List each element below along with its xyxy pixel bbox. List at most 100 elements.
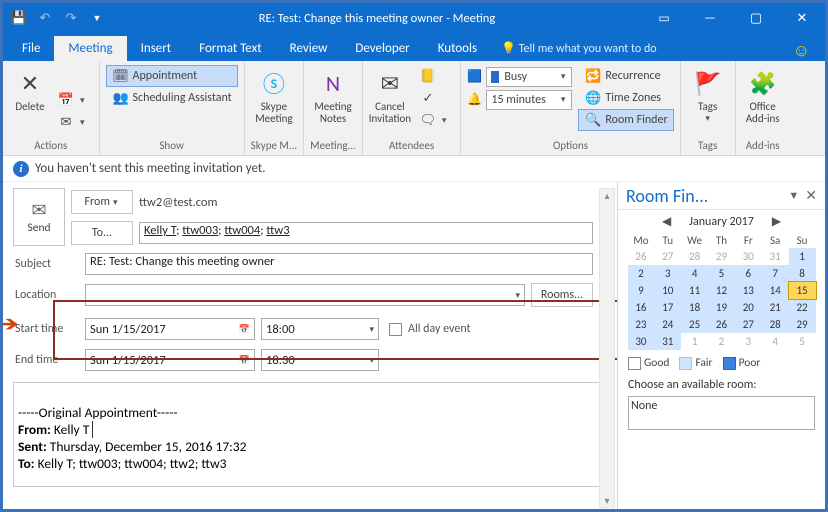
- info-text: You haven't sent this meeting invitation…: [35, 161, 266, 176]
- scroll-down-icon[interactable]: ▾: [604, 494, 609, 507]
- close-pane-icon[interactable]: ✕: [805, 187, 817, 204]
- location-label: Location: [13, 288, 85, 302]
- location-field[interactable]: ▾: [85, 284, 525, 306]
- calendar-icon[interactable]: 📅: [239, 355, 250, 366]
- ribbon-options-icon[interactable]: ▭: [641, 3, 687, 33]
- group-addins: 🧩 Office Add-ins Add-ins: [736, 61, 790, 155]
- end-time-field[interactable]: 18:30▾: [261, 349, 379, 371]
- addins-icon: 🧩: [747, 67, 779, 99]
- endtime-label: End time: [13, 353, 85, 367]
- appointment-button[interactable]: 🗓Appointment: [106, 65, 238, 87]
- recurrence-button[interactable]: 🔁Recurrence: [578, 65, 673, 87]
- show-as-combo[interactable]: Busy ▾: [486, 67, 572, 87]
- window-buttons: ▭ — ▢ ✕: [641, 3, 825, 33]
- calendar-grid[interactable]: MoTuWeThFrSaSu 2627282930311234567891011…: [628, 233, 816, 350]
- response-options-button[interactable]: 🗨▾: [413, 109, 455, 131]
- tab-review[interactable]: Review: [276, 36, 342, 61]
- start-date-field[interactable]: Sun 1/15/2017 📅: [85, 318, 255, 340]
- meeting-form: ✉ Send From ▾ ttw2@test.com To... Kell: [3, 182, 617, 509]
- legend-poor-icon: [723, 357, 736, 370]
- from-value: ttw2@test.com: [139, 195, 218, 210]
- send-button[interactable]: ✉ Send: [13, 188, 65, 246]
- reminder-icon: 🔔: [467, 92, 482, 107]
- tab-meeting[interactable]: Meeting: [54, 36, 126, 61]
- prev-month-icon[interactable]: ◀: [662, 214, 671, 229]
- ribbon-tabs: File Meeting Insert Format Text Review D…: [3, 33, 825, 61]
- calendar-nav: ◀ January 2017 ▶: [618, 210, 825, 233]
- delete-icon: ✕: [14, 67, 46, 99]
- from-button[interactable]: From ▾: [71, 190, 133, 214]
- info-icon: i: [13, 161, 29, 177]
- window-title: RE: Test: Change this meeting owner - Me…: [113, 11, 641, 26]
- close-icon[interactable]: ✕: [779, 3, 825, 33]
- vertical-scrollbar[interactable]: ▴ ▾: [599, 188, 615, 508]
- to-field[interactable]: Kelly T; ttw003; ttw004; ttw3: [139, 222, 593, 244]
- appointment-icon: 🗓: [112, 69, 130, 84]
- meeting-notes-button[interactable]: N Meeting Notes: [312, 65, 354, 127]
- tags-button[interactable]: 🚩 Tags ▾: [687, 65, 729, 126]
- check-names-button[interactable]: ✓: [413, 87, 455, 109]
- reminder-combo[interactable]: 15 minutes ▾: [486, 90, 572, 110]
- all-day-checkbox[interactable]: All day event: [389, 322, 471, 336]
- address-book-icon: 📒: [419, 69, 437, 84]
- qat-more-icon[interactable]: ▼: [89, 10, 105, 26]
- callout-arrow-icon: ➔: [3, 310, 19, 337]
- subject-label: Subject: [13, 257, 85, 271]
- group-actions: ✕ Delete 📅▾ ✉▾ Actions: [3, 61, 100, 155]
- start-time-field[interactable]: 18:00▾: [261, 318, 379, 340]
- calendar-forward-button[interactable]: 📅▾: [51, 89, 93, 111]
- response-options-icon: 🗨: [419, 113, 437, 128]
- next-month-icon[interactable]: ▶: [772, 214, 781, 229]
- cancel-invitation-button[interactable]: ✉ Cancel Invitation: [369, 65, 411, 127]
- flag-icon: 🚩: [692, 67, 724, 99]
- room-finder-button[interactable]: 🔍Room Finder: [578, 109, 673, 131]
- skype-meeting-button[interactable]: ⓢ Skype Meeting: [253, 65, 295, 127]
- rooms-button[interactable]: Rooms...: [531, 283, 593, 307]
- info-bar: i You haven't sent this meeting invitati…: [3, 156, 825, 182]
- onenote-icon: N: [317, 67, 349, 99]
- group-tags: 🚩 Tags ▾ Tags: [681, 61, 736, 155]
- chevron-down-icon[interactable]: ▼: [788, 189, 799, 202]
- calendar-icon[interactable]: 📅: [239, 324, 250, 335]
- room-list[interactable]: None: [628, 396, 815, 430]
- legend-fair-icon: [679, 357, 692, 370]
- ribbon: ✕ Delete 📅▾ ✉▾ Actions 🗓Appointment 👥Sch…: [3, 61, 825, 156]
- time-zones-button[interactable]: 🌐Time Zones: [578, 87, 673, 109]
- tab-insert[interactable]: Insert: [127, 36, 186, 61]
- tab-file[interactable]: File: [8, 36, 54, 61]
- scheduling-icon: 👥: [112, 91, 130, 106]
- scheduling-assistant-button[interactable]: 👥Scheduling Assistant: [106, 87, 238, 109]
- group-show: 🗓Appointment 👥Scheduling Assistant Show: [100, 61, 245, 155]
- office-addins-button[interactable]: 🧩 Office Add-ins: [742, 65, 784, 127]
- tell-me[interactable]: 💡 Tell me what you want to do: [491, 36, 666, 61]
- room-finder-header: Room Fin... ▼ ✕: [618, 182, 825, 210]
- check-names-icon: ✓: [419, 91, 437, 106]
- quick-access-toolbar: 💾 ↶ ↷ ▼: [3, 10, 113, 26]
- end-date-field[interactable]: Sun 1/15/2017 📅: [85, 349, 255, 371]
- showas-icon: 🟦: [467, 69, 482, 84]
- delete-button[interactable]: ✕ Delete: [9, 65, 51, 115]
- envelope-icon: ✉: [31, 199, 46, 221]
- minimize-icon[interactable]: —: [687, 3, 733, 33]
- title-bar: 💾 ↶ ↷ ▼ RE: Test: Change this meeting ow…: [3, 3, 825, 33]
- address-book-button[interactable]: 📒: [413, 65, 455, 87]
- feedback-icon[interactable]: ☺: [783, 40, 820, 61]
- save-icon[interactable]: 💾: [11, 10, 27, 26]
- redo-icon[interactable]: ↷: [63, 10, 79, 26]
- group-attendees: ✉ Cancel Invitation 📒 ✓ 🗨▾ Attendees: [363, 61, 462, 155]
- choose-room-label: Choose an available room:: [618, 376, 825, 394]
- subject-field[interactable]: RE: Test: Change this meeting owner: [85, 253, 593, 275]
- tab-format-text[interactable]: Format Text: [185, 36, 275, 61]
- to-button[interactable]: To...: [71, 221, 133, 245]
- room-finder-pane: Room Fin... ▼ ✕ ◀ January 2017 ▶ MoTuWeT…: [617, 182, 825, 509]
- maximize-icon[interactable]: ▢: [733, 3, 779, 33]
- skype-icon: ⓢ: [258, 67, 290, 99]
- undo-icon[interactable]: ↶: [37, 10, 53, 26]
- tab-kutools[interactable]: Kutools: [424, 36, 491, 61]
- forward-button[interactable]: ✉▾: [51, 111, 93, 133]
- recurrence-icon: 🔁: [584, 69, 602, 84]
- checkbox-icon: [389, 323, 402, 336]
- tab-developer[interactable]: Developer: [341, 36, 423, 61]
- message-body[interactable]: -----Original Appointment----- From: Kel…: [13, 382, 607, 487]
- scroll-up-icon[interactable]: ▴: [604, 189, 609, 202]
